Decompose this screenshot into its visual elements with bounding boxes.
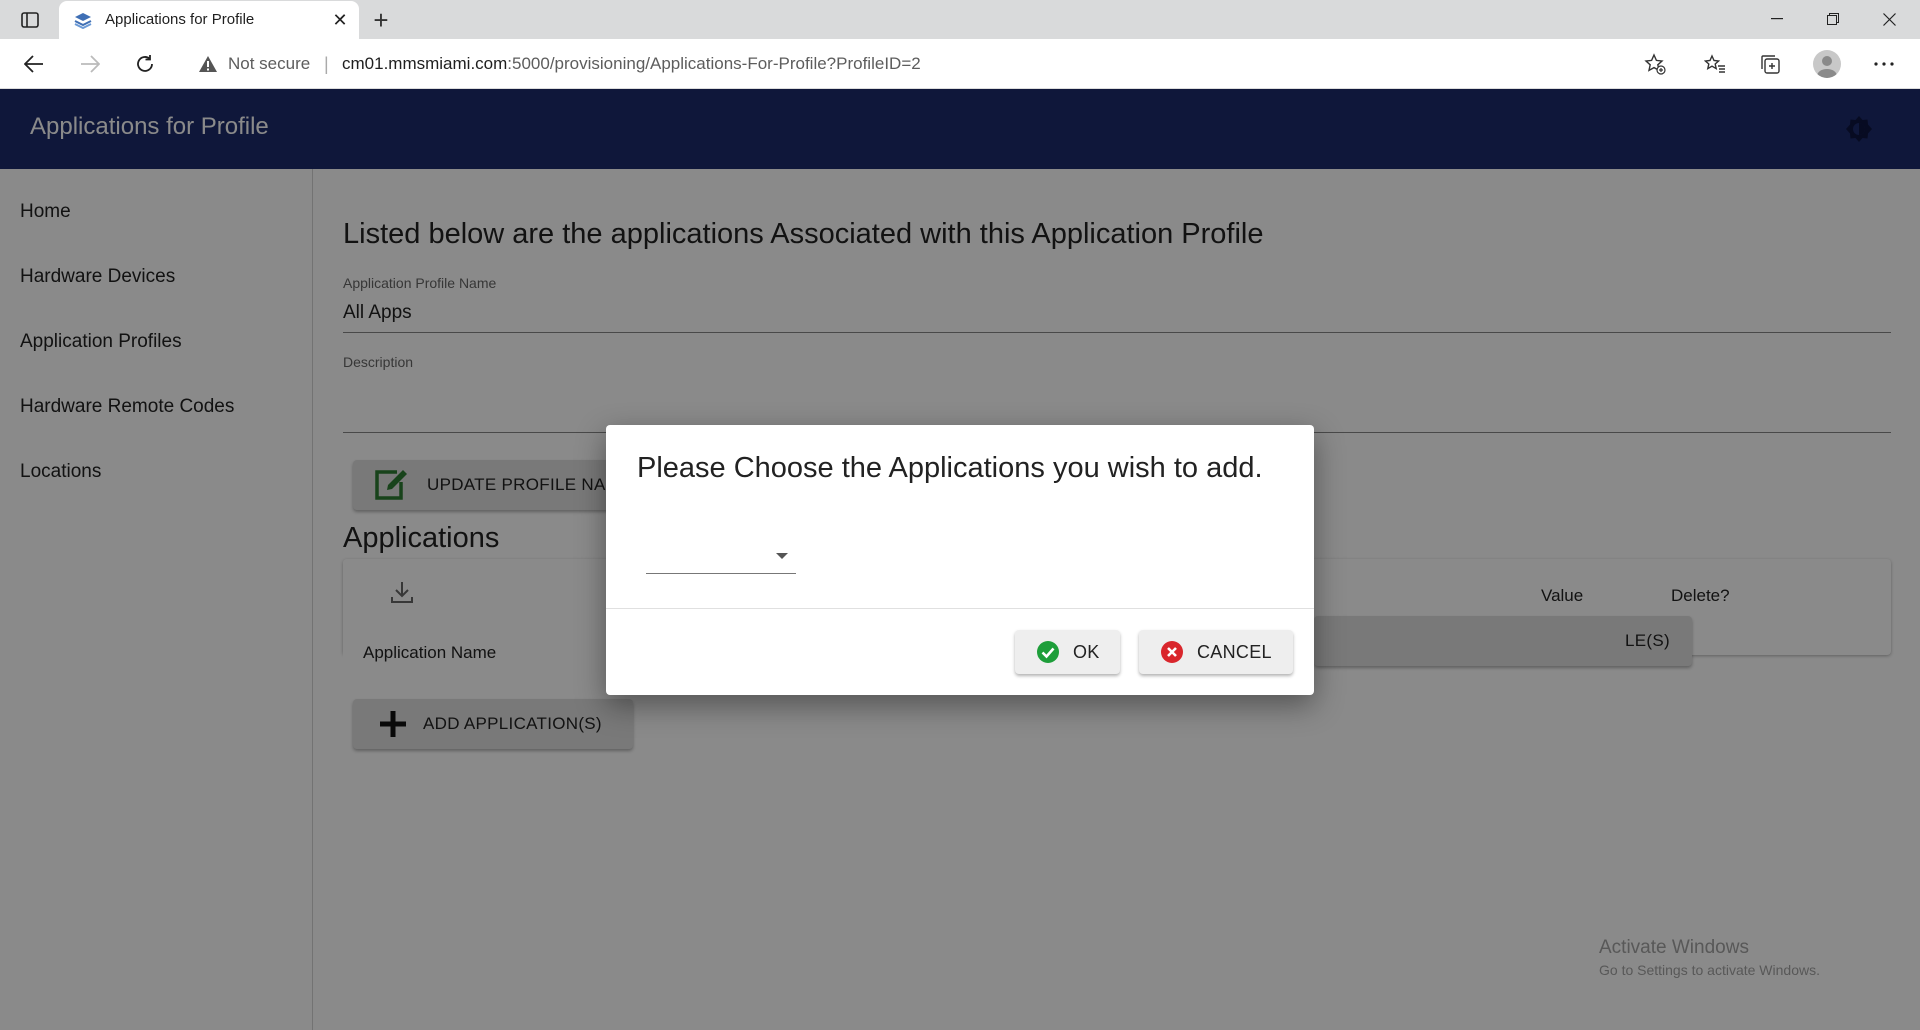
check-circle-icon (1037, 641, 1059, 663)
ok-button[interactable]: OK (1015, 630, 1120, 674)
more-options-icon[interactable] (1866, 47, 1902, 81)
collections-icon[interactable] (1752, 47, 1788, 81)
forward-icon[interactable] (72, 47, 108, 81)
url-path: :5000/provisioning/Applications-For-Prof… (507, 54, 921, 73)
cancel-circle-icon (1161, 641, 1183, 663)
refresh-icon[interactable] (127, 47, 163, 81)
restore-icon[interactable] (1805, 0, 1861, 38)
url-separator: | (324, 54, 329, 74)
url-field[interactable]: Not secure | cm01.mmsmiami.com:5000/prov… (180, 45, 1686, 83)
close-tab-icon[interactable]: ✕ (327, 7, 353, 33)
new-tab-icon[interactable]: + (366, 5, 396, 35)
site-favicon-icon (73, 11, 93, 30)
url-host: cm01.mmsmiami.com (342, 54, 508, 73)
favorites-icon[interactable] (1697, 47, 1733, 81)
profile-avatar-icon[interactable] (1809, 47, 1845, 81)
dialog-divider (606, 608, 1314, 609)
applications-select[interactable] (646, 540, 796, 574)
address-bar: Not secure | cm01.mmsmiami.com:5000/prov… (0, 39, 1920, 89)
browser-tab-strip: Applications for Profile ✕ + (0, 0, 1920, 39)
browser-tab[interactable]: Applications for Profile ✕ (59, 1, 359, 39)
url-text: cm01.mmsmiami.com:5000/provisioning/Appl… (342, 54, 921, 74)
choose-applications-dialog: Please Choose the Applications you wish … (606, 425, 1314, 695)
security-label[interactable]: Not secure (228, 54, 310, 74)
back-icon[interactable] (16, 47, 52, 81)
dialog-title: Please Choose the Applications you wish … (637, 452, 1263, 484)
minimize-icon[interactable] (1749, 0, 1805, 38)
tab-title: Applications for Profile (105, 11, 255, 28)
dropdown-arrow-icon[interactable] (776, 553, 788, 559)
cancel-button[interactable]: CANCEL (1139, 630, 1293, 674)
close-window-icon[interactable] (1861, 0, 1917, 38)
ok-label: OK (1073, 641, 1100, 662)
add-favorite-icon[interactable] (1637, 47, 1673, 81)
warning-icon (198, 55, 218, 78)
cancel-label: CANCEL (1197, 641, 1272, 662)
tab-actions-icon[interactable] (14, 8, 46, 32)
